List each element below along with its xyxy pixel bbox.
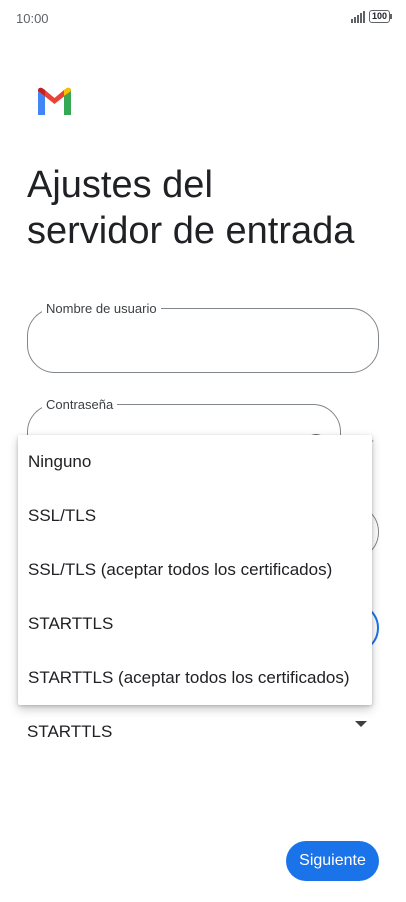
dropdown-arrow-icon[interactable] <box>355 721 367 727</box>
next-button[interactable]: Siguiente <box>286 841 379 881</box>
page-title: Ajustes del servidor de entrada <box>27 162 397 254</box>
screen: 10:00 100 Ajustes del servidor de entrad… <box>0 0 406 902</box>
battery-icon: 100 <box>368 10 393 23</box>
username-label: Nombre de usuario <box>42 301 161 316</box>
status-icons: 100 <box>350 10 393 23</box>
status-time: 10:00 <box>16 11 49 26</box>
dropdown-option-starttls[interactable]: STARTTLS <box>18 597 372 651</box>
username-field[interactable]: Nombre de usuario <box>27 301 379 373</box>
gmail-logo-icon <box>38 87 71 115</box>
signal-bars-icon <box>350 10 365 23</box>
dropdown-option-starttls-accept-all[interactable]: STARTTLS (aceptar todos los certificados… <box>18 651 372 705</box>
page-title-line2: servidor de entrada <box>27 210 355 252</box>
dropdown-option-ssl-tls-accept-all[interactable]: SSL/TLS (aceptar todos los certificados) <box>18 543 372 597</box>
dropdown-option-ssl-tls[interactable]: SSL/TLS <box>18 489 372 543</box>
password-label: Contraseña <box>42 397 118 412</box>
security-type-dropdown: Ninguno SSL/TLS SSL/TLS (aceptar todos l… <box>18 435 372 705</box>
dropdown-option-none[interactable]: Ninguno <box>18 435 372 489</box>
security-type-value[interactable]: STARTTLS <box>27 722 112 742</box>
page-title-line1: Ajustes del <box>27 164 213 206</box>
